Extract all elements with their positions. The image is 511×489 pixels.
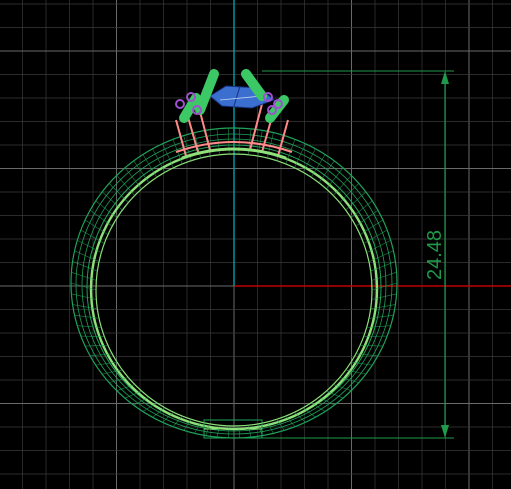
dimension-arrow-top — [441, 71, 449, 84]
front-view-canvas[interactable]: 24.48 — [0, 0, 511, 489]
shank-hatch — [71, 293, 97, 300]
shank-hatch — [108, 183, 129, 203]
shank-hatch — [74, 314, 100, 319]
shank-hatch — [363, 335, 388, 337]
shank-hatch — [339, 183, 360, 203]
shank-hatch — [72, 304, 98, 310]
shank-hatch — [368, 314, 394, 319]
dimension-arrow-bottom — [441, 425, 449, 438]
bead — [175, 99, 185, 109]
dimension-value: 24.48 — [424, 230, 446, 280]
shank-hatch — [80, 335, 105, 337]
prong — [195, 69, 219, 115]
shank-hatch — [371, 293, 397, 300]
shank-hatch — [366, 325, 391, 328]
shank-hatch — [77, 325, 102, 328]
shank-hatch — [333, 175, 352, 196]
shank-hatch — [116, 175, 135, 196]
cad-viewport[interactable]: 24.48 — [0, 0, 511, 489]
shank-hatch — [133, 160, 150, 184]
shank-hatch — [370, 304, 396, 310]
shank-hatch — [318, 160, 335, 184]
